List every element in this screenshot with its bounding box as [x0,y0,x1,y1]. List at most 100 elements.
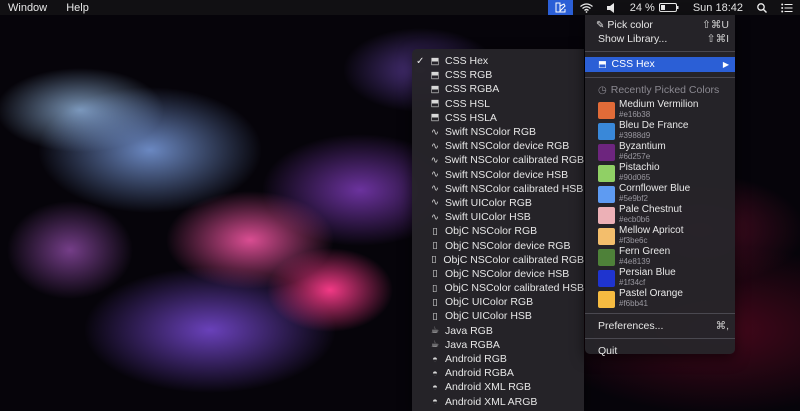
show-library-item[interactable]: Show Library... ⇧⌘I [585,32,735,46]
format-option[interactable]: ∿ Swift NSColor calibrated RGB [412,153,584,167]
color-swatch [598,185,615,203]
format-option[interactable]: ▯ ObjC NSColor calibrated RGB [412,253,584,267]
quit-item[interactable]: Quit [585,344,735,358]
format-option[interactable]: ∿ Swift UIColor RGB [412,196,584,210]
objc-icon: ▯ [432,296,438,308]
wifi-icon [579,2,593,13]
format-option-label: Android XML ARGB [445,395,538,408]
format-option-label: Android RGB [445,353,507,366]
pick-color-item[interactable]: ✎ Pick color ⇧⌘U [585,18,735,32]
recent-color-item[interactable]: Bleu De France #3988d9 [585,121,735,142]
format-option[interactable]: ▯ ObjC NSColor RGB [412,224,584,238]
list-icon [781,3,793,12]
format-option[interactable]: ▯ ObjC NSColor calibrated HSB [412,281,584,295]
format-option[interactable]: ∿ Swift NSColor device HSB [412,168,584,182]
objc-icon: ▯ [432,225,438,237]
show-library-shortcut: ⇧⌘I [706,33,729,46]
recent-color-item[interactable]: Pale Chestnut #ecb0b6 [585,205,735,226]
format-option[interactable]: ⬒ CSS RGBA [412,82,584,96]
format-option[interactable]: ☕ Java RGBA [412,338,584,352]
format-menu-item[interactable]: ⬒ CSS Hex ▶ [585,57,735,72]
color-swatch [598,248,615,266]
menu-window[interactable]: Window [0,2,55,14]
android-icon: ◓ [432,353,438,365]
recent-color-item[interactable]: Persian Blue #1f34cf [585,268,735,289]
notification-center-status-item[interactable] [774,0,800,15]
clock-status-item[interactable]: Sun 18:42 [686,0,750,15]
recent-color-item[interactable]: Cornflower Blue #5e9bf2 [585,184,735,205]
format-option[interactable]: ◓ Android XML RGB [412,380,584,394]
format-option-label: Java RGB [445,324,493,337]
color-name: Fern Green [619,246,671,258]
format-option[interactable]: ✓ ⬒ CSS Hex [412,54,584,68]
format-option[interactable]: ⬒ CSS HSLA [412,111,584,125]
format-option[interactable]: ∿ Swift NSColor device RGB [412,139,584,153]
recent-color-item[interactable]: Mellow Apricot #f3be6c [585,226,735,247]
recent-color-item[interactable]: Pistachio #90d065 [585,163,735,184]
format-option[interactable]: ▯ ObjC UIColor RGB [412,295,584,309]
color-swatch [598,101,615,119]
format-option[interactable]: ⬒ CSS HSL [412,97,584,111]
color-swatch [598,206,615,224]
format-option[interactable]: ▯ ObjC UIColor HSB [412,309,584,323]
menu-help[interactable]: Help [58,2,97,14]
format-option[interactable]: ∿ Swift NSColor calibrated HSB [412,182,584,196]
wifi-status-item[interactable] [573,0,600,15]
format-option-label: ObjC NSColor RGB [445,225,538,238]
quit-label: Quit [598,344,618,357]
format-option[interactable]: ▯ ObjC NSColor device HSB [412,267,584,281]
objc-icon: ▯ [432,240,438,252]
java-icon: ☕ [430,325,440,337]
battery-status-item[interactable]: 24 % [623,0,686,15]
separator [585,51,735,53]
format-option[interactable]: ◓ Android XML ARGB [412,395,584,409]
color-info: Fern Green #4e8139 [619,247,670,267]
format-option-label: Swift NSColor calibrated RGB [444,154,584,167]
css-icon: ⬒ [430,112,440,124]
format-option-label: CSS HSL [445,97,490,110]
format-option[interactable]: ∿ Swift NSColor RGB [412,125,584,139]
format-option-label: Swift UIColor RGB [445,196,532,209]
recent-color-item[interactable]: Fern Green #4e8139 [585,247,735,268]
format-option[interactable]: ◓ Android RGBA [412,366,584,380]
color-info: Bleu De France #3988d9 [619,121,688,141]
spotlight-status-item[interactable] [750,0,774,15]
recent-color-item[interactable]: Byzantium #6d257e [585,142,735,163]
format-option-label: Swift NSColor RGB [445,126,537,139]
format-option-label: Swift NSColor calibrated HSB [445,182,584,195]
color-swatch [598,164,615,182]
color-hex: #e16b38 [619,110,651,120]
format-option-label: ObjC NSColor device RGB [445,239,571,252]
format-option[interactable]: ▯ ObjC NSColor device RGB [412,238,584,252]
android-icon: ◓ [432,396,438,408]
format-option[interactable]: ☕ Java RGB [412,324,584,338]
color-info: Persian Blue #1f34cf [619,268,676,288]
battery-icon [658,3,679,12]
format-option-label: Swift NSColor device HSB [445,168,569,181]
recent-color-item[interactable]: Pastel Orange #f6bb41 [585,289,735,310]
format-option[interactable]: ⬒ CSS RGB [412,68,584,82]
color-info: Pastel Orange #f6bb41 [619,289,683,309]
color-swatch [598,227,615,245]
separator [585,76,735,78]
volume-status-item[interactable] [600,0,623,15]
color-hex: #1f34cf [619,278,646,288]
swift-icon: ∿ [431,211,439,223]
recent-color-item[interactable]: Medium Vermilion #e16b38 [585,100,735,121]
color-name: Pastel Orange [619,288,683,300]
app-menus: Window Help [0,2,103,14]
color-picker-status-item[interactable] [547,0,573,15]
css-icon: ⬒ [430,69,440,81]
format-option[interactable]: ◓ Android RGB [412,352,584,366]
color-swatch [598,143,615,161]
format-option-label: CSS RGB [445,69,493,82]
format-option-label: ObjC NSColor calibrated RGB [443,253,584,266]
color-info: Pistachio #90d065 [619,163,660,183]
preferences-item[interactable]: Preferences... ⌘, [585,319,735,333]
format-option-label: ObjC NSColor device HSB [445,267,570,280]
android-icon: ◓ [432,381,438,393]
format-option[interactable]: ∿ Swift UIColor HSB [412,210,584,224]
color-hex: #ecb0b6 [619,215,650,225]
objc-icon: ▯ [432,282,438,294]
css-icon: ⬒ [598,58,607,69]
